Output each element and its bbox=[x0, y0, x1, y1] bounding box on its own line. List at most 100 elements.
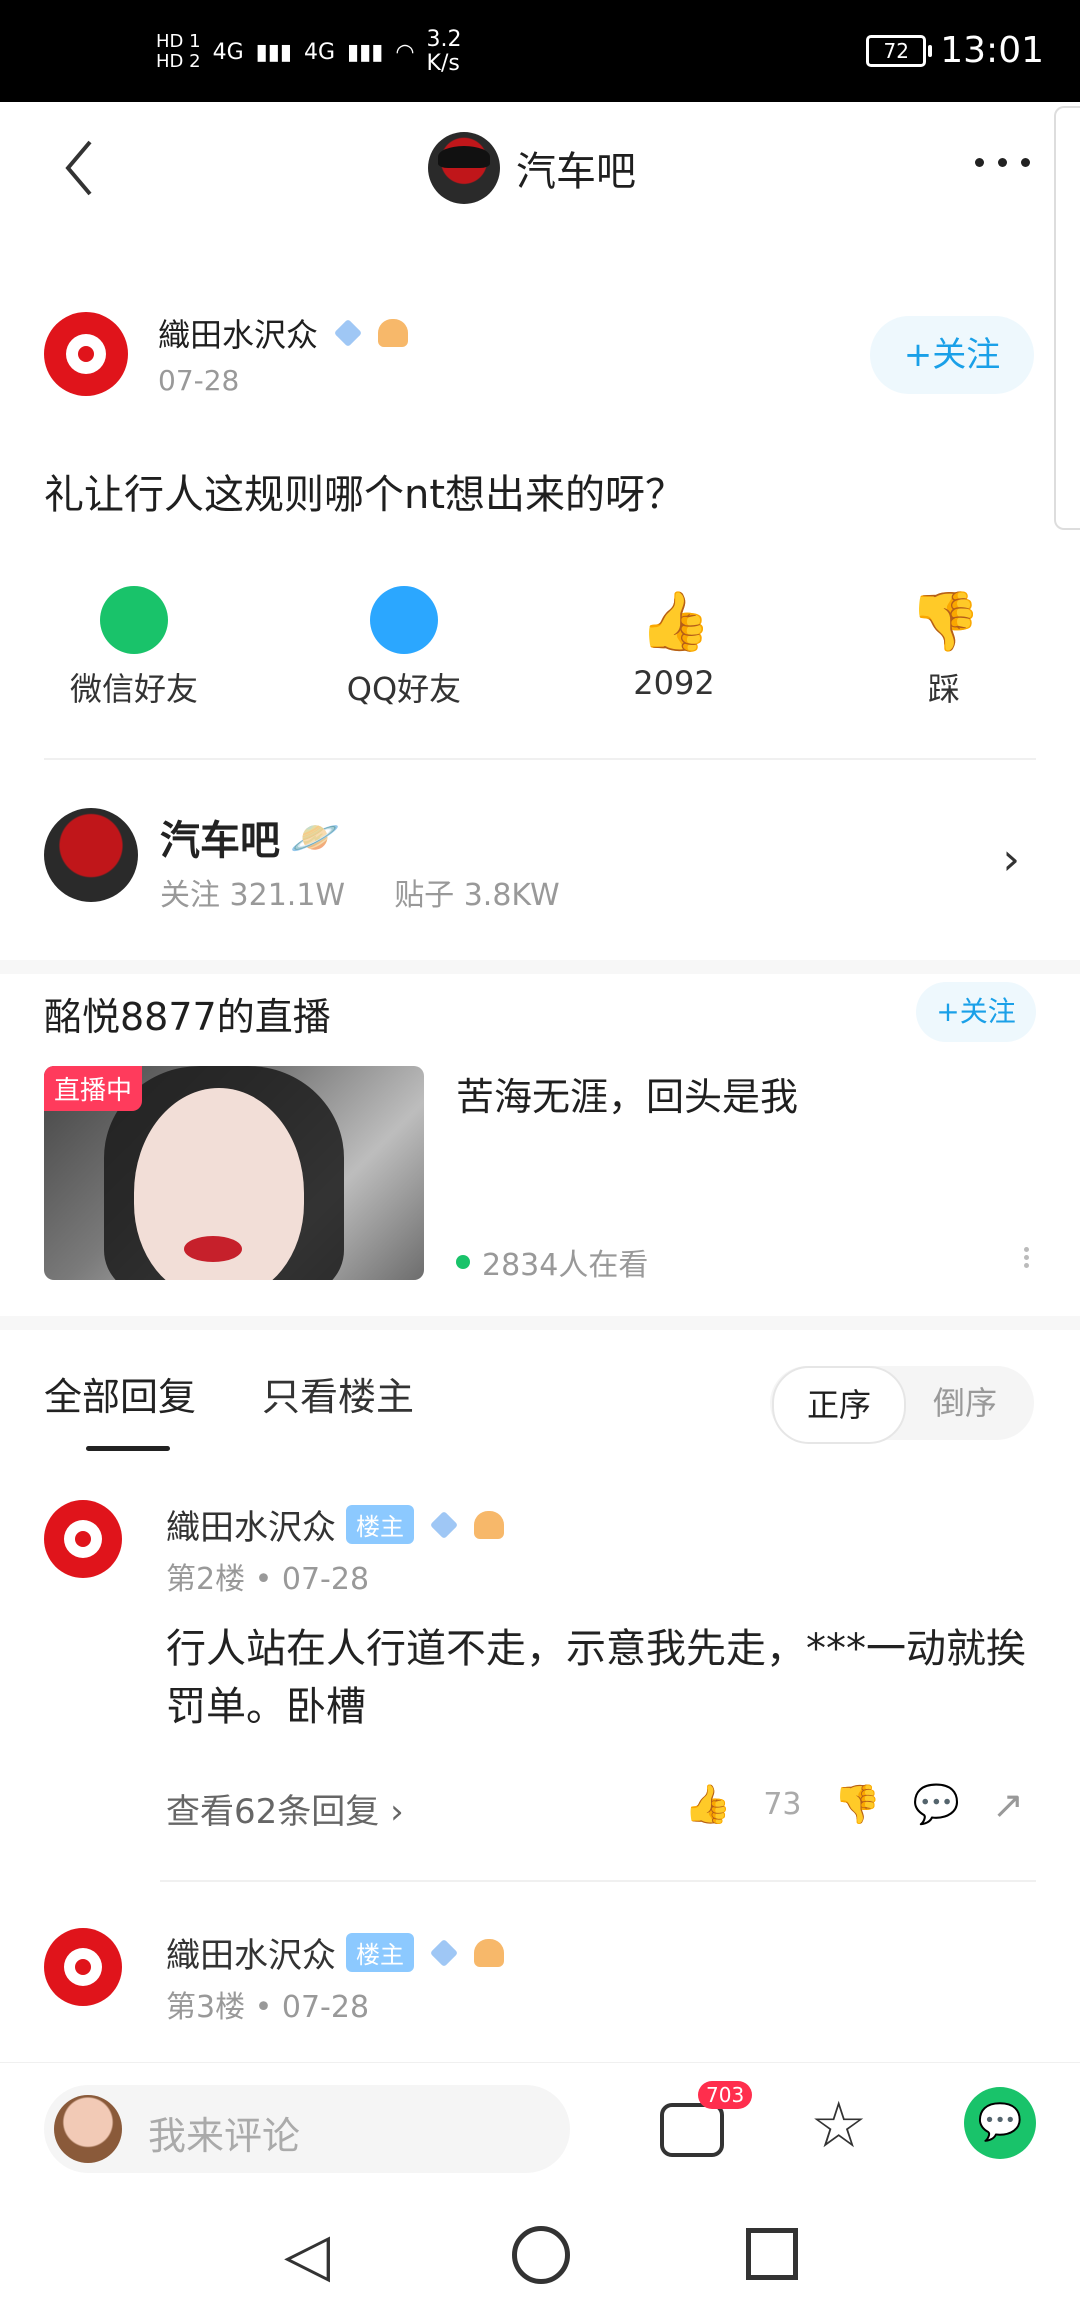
level-badge-icon bbox=[474, 1938, 504, 1967]
hd2-label: HD 2 bbox=[156, 51, 201, 72]
follow-live-button[interactable]: +关注 bbox=[916, 982, 1036, 1042]
qq-icon bbox=[370, 586, 438, 654]
share-wechat-label: 微信好友 bbox=[69, 670, 198, 708]
level-badge-icon bbox=[378, 319, 409, 347]
wechat-share-button[interactable]: 💬 bbox=[964, 2087, 1036, 2159]
wechat-icon bbox=[100, 586, 168, 654]
member-diamond-icon bbox=[429, 1938, 459, 1967]
author-name-row: 織田水沢众 bbox=[158, 310, 409, 356]
status-left: HD 1 HD 2 4G ▮▮▮ 4G ▮▮▮ ◠ 3.2 K/s bbox=[156, 28, 462, 76]
hd1-label: HD 1 bbox=[156, 31, 201, 52]
sort-desc-button[interactable]: 倒序 bbox=[900, 1366, 1030, 1440]
thumbs-down-icon[interactable]: 👎 bbox=[834, 1782, 881, 1827]
sort-switch: 正序 倒序 bbox=[770, 1366, 1034, 1444]
scrollbar[interactable] bbox=[1054, 106, 1080, 530]
thumbs-up-icon[interactable]: 👍 bbox=[684, 1782, 731, 1827]
follow-author-button[interactable]: +关注 bbox=[870, 316, 1034, 394]
dislike-label: 踩 bbox=[927, 670, 960, 708]
bottom-bar: 我来评论 703 ☆ 💬 bbox=[0, 2062, 1080, 2191]
live-viewers: 2834人在看 bbox=[456, 1240, 648, 1284]
comment-count-badge: 703 bbox=[698, 2081, 753, 2109]
my-avatar bbox=[54, 2095, 122, 2163]
page-title: 汽车吧 bbox=[516, 149, 636, 195]
section-gap-2 bbox=[0, 1316, 1080, 1330]
battery-icon: 72 bbox=[866, 34, 933, 67]
like-count: 2092 bbox=[633, 664, 715, 702]
forum-avatar-icon bbox=[428, 132, 500, 204]
comment-placeholder: 我来评论 bbox=[148, 2114, 301, 2158]
reply-actions: 👍 73 👎 💬 ↗ bbox=[684, 1782, 1024, 1827]
forum-card-avatar bbox=[44, 808, 138, 902]
status-right: 72 13:01 bbox=[866, 30, 1044, 71]
back-icon[interactable] bbox=[60, 138, 100, 198]
share-qq-label: QQ好友 bbox=[346, 670, 462, 708]
share-row: 微信好友 QQ好友 👍 2092 👎 踩 bbox=[0, 586, 1080, 716]
dislike-button[interactable]: 👎 踩 bbox=[864, 586, 1024, 710]
post-author[interactable]: 織田水沢众 07-28 bbox=[44, 310, 409, 397]
live-header: 酩悦8877的直播 bbox=[44, 995, 331, 1039]
network-4g-label-1: 4G bbox=[212, 39, 244, 65]
clock: 13:01 bbox=[940, 30, 1044, 71]
author-meta: 織田水沢众 07-28 bbox=[158, 310, 409, 397]
reply-tabs: 全部回复 只看楼主 bbox=[44, 1366, 414, 1421]
top-bar: 汽车吧 bbox=[0, 102, 1080, 232]
forum-stats: 关注 321.1W 贴子 3.8KW bbox=[160, 870, 560, 914]
tab-host-only[interactable]: 只看楼主 bbox=[262, 1366, 414, 1421]
active-tab-indicator bbox=[86, 1446, 170, 1451]
nav-home-icon[interactable] bbox=[512, 2226, 570, 2284]
forum-card[interactable]: 汽车吧 🪐 关注 321.1W 贴子 3.8KW › bbox=[44, 808, 1036, 913]
forum-posts: 贴子 3.8KW bbox=[394, 878, 560, 913]
reply-floor-date: 第3楼 • 07-28 bbox=[166, 1990, 370, 2025]
reply-text: 行人站在人行道不走，示意我先走，***一动就挨罚单。卧槽 bbox=[166, 1626, 1026, 1730]
live-badge: 直播中 bbox=[44, 1066, 143, 1111]
comment-input[interactable]: 我来评论 bbox=[44, 2085, 570, 2173]
reply-floor-3: 織田水沢众 楼主 第3楼 • 07-28 bbox=[44, 1928, 1036, 2058]
live-more-icon[interactable] bbox=[1024, 1244, 1030, 1276]
forum-title-wrap[interactable]: 汽车吧 bbox=[428, 132, 636, 204]
post-title: 礼让行人这规则哪个nt想出来的呀？ bbox=[44, 472, 686, 518]
planet-icon: 🪐 bbox=[290, 814, 340, 861]
sort-asc-button[interactable]: 正序 bbox=[772, 1366, 906, 1444]
comments-icon[interactable] bbox=[660, 2103, 724, 2157]
reply-author: 織田水沢众 bbox=[166, 1936, 336, 1976]
live-thumbnail[interactable]: 直播中 bbox=[44, 1066, 424, 1280]
live-title[interactable]: 苦海无涯，回头是我 bbox=[456, 1066, 798, 1121]
tab-all-replies[interactable]: 全部回复 bbox=[44, 1366, 196, 1421]
member-diamond-icon bbox=[429, 1510, 459, 1539]
more-options-icon[interactable] bbox=[975, 158, 1030, 167]
level-badge-icon bbox=[474, 1510, 504, 1539]
thumb-lips bbox=[184, 1236, 242, 1262]
share-qq-button[interactable]: QQ好友 bbox=[324, 586, 484, 710]
nav-back-icon[interactable]: ◁ bbox=[284, 2220, 330, 2290]
system-nav-bar: ◁ bbox=[0, 2190, 1080, 2310]
viewer-count: 2834人在看 bbox=[482, 1248, 649, 1283]
like-button[interactable]: 👍 2092 bbox=[594, 586, 754, 702]
wifi-icon: ◠ bbox=[395, 39, 415, 65]
status-bar: HD 1 HD 2 4G ▮▮▮ 4G ▮▮▮ ◠ 3.2 K/s 72 13:… bbox=[0, 0, 1080, 102]
author-name: 織田水沢众 bbox=[158, 316, 319, 354]
chevron-right-icon[interactable]: › bbox=[1002, 834, 1020, 885]
view-more-replies-link[interactable]: 查看62条回复 › bbox=[166, 1784, 404, 1833]
thumbs-down-icon: 👎 bbox=[909, 587, 982, 655]
section-gap bbox=[0, 960, 1080, 974]
reply-avatar[interactable] bbox=[44, 1928, 122, 2006]
share-wechat-button[interactable]: 微信好友 bbox=[54, 586, 214, 710]
author-avatar[interactable] bbox=[44, 311, 128, 396]
host-tag: 楼主 bbox=[346, 1505, 414, 1544]
forum-name-row: 汽车吧 🪐 bbox=[160, 808, 340, 866]
comment-icon[interactable]: 💬 bbox=[913, 1782, 960, 1827]
reply-floor-2: 織田水沢众 楼主 第2楼 • 07-28 行人站在人行道不走，示意我先走，***… bbox=[44, 1500, 1036, 1860]
nav-recents-icon[interactable] bbox=[746, 2228, 798, 2280]
signal-icon-2: ▮▮▮ bbox=[347, 39, 384, 65]
network-4g-label-2: 4G bbox=[303, 39, 335, 65]
online-dot-icon bbox=[456, 1255, 470, 1269]
share-icon[interactable]: ↗ bbox=[992, 1783, 1024, 1827]
reply-name-row: 織田水沢众 楼主 bbox=[166, 1928, 504, 1977]
signal-icon: ▮▮▮ bbox=[255, 39, 292, 65]
host-tag: 楼主 bbox=[346, 1933, 414, 1972]
thumbs-up-icon: 👍 bbox=[639, 587, 712, 655]
reply-separator bbox=[160, 1880, 1036, 1882]
reply-avatar[interactable] bbox=[44, 1500, 122, 1578]
forum-name: 汽车吧 bbox=[160, 818, 280, 864]
star-icon[interactable]: ☆ bbox=[810, 2089, 867, 2163]
